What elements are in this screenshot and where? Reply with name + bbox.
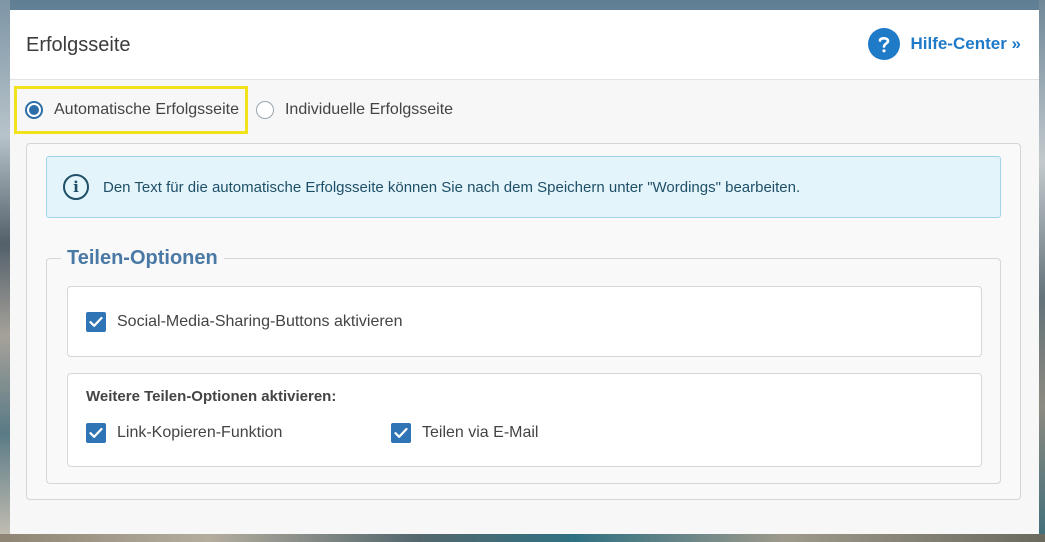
share-options-fieldset: Teilen-Optionen Social-Media-Sharing-But… bbox=[46, 247, 1001, 484]
checkmark-icon[interactable] bbox=[86, 423, 106, 443]
email-share-label: Teilen via E-Mail bbox=[422, 424, 539, 441]
info-alert-text: Den Text für die automatische Erfolgssei… bbox=[103, 178, 801, 196]
checkmark-icon[interactable] bbox=[391, 423, 411, 443]
link-copy-label: Link-Kopieren-Funktion bbox=[117, 424, 283, 441]
radio-individual-success-page[interactable]: Individuelle Erfolgsseite bbox=[248, 88, 459, 132]
success-page-modal: Erfolgsseite Hilfe-Center » Automatische… bbox=[10, 10, 1039, 534]
help-center-label: Hilfe-Center » bbox=[910, 34, 1021, 53]
radio-individual-label: Individuelle Erfolgsseite bbox=[284, 101, 454, 118]
checkmark-icon[interactable] bbox=[86, 312, 106, 332]
email-share-checkbox[interactable]: Teilen via E-Mail bbox=[391, 423, 538, 443]
radio-selected-icon[interactable] bbox=[25, 101, 43, 119]
radio-automatic-success-page[interactable]: Automatische Erfolgsseite bbox=[14, 86, 248, 134]
background-image-right bbox=[1039, 0, 1045, 542]
automatic-success-page-panel: i Den Text für die automatische Erfolgss… bbox=[26, 143, 1021, 500]
info-alert: i Den Text für die automatische Erfolgss… bbox=[46, 156, 1001, 218]
question-circle-icon bbox=[868, 28, 901, 60]
radio-automatic-label: Automatische Erfolgsseite bbox=[54, 101, 239, 118]
background-image-bottom bbox=[0, 534, 1045, 542]
background-image-left bbox=[0, 0, 10, 542]
further-share-options-heading: Weitere Teilen-Optionen aktivieren: bbox=[86, 388, 337, 405]
success-page-type-radio-group: Automatische Erfolgsseite Individuelle E… bbox=[14, 86, 459, 134]
share-options-legend: Teilen-Optionen bbox=[61, 247, 224, 270]
modal-title: Erfolgsseite bbox=[26, 34, 131, 56]
social-media-box: Social-Media-Sharing-Buttons aktivieren bbox=[67, 286, 982, 357]
radio-unselected-icon[interactable] bbox=[255, 101, 274, 119]
social-media-sharing-checkbox[interactable]: Social-Media-Sharing-Buttons aktivieren bbox=[86, 312, 402, 332]
further-share-options-box: Weitere Teilen-Optionen aktivieren: Link… bbox=[67, 373, 982, 467]
social-media-sharing-label: Social-Media-Sharing-Buttons aktivieren bbox=[117, 313, 403, 330]
link-copy-checkbox[interactable]: Link-Kopieren-Funktion bbox=[86, 423, 282, 443]
modal-header: Erfolgsseite Hilfe-Center » bbox=[10, 10, 1039, 80]
info-circle-icon: i bbox=[63, 174, 89, 200]
help-center-link[interactable]: Hilfe-Center » bbox=[868, 28, 1021, 60]
